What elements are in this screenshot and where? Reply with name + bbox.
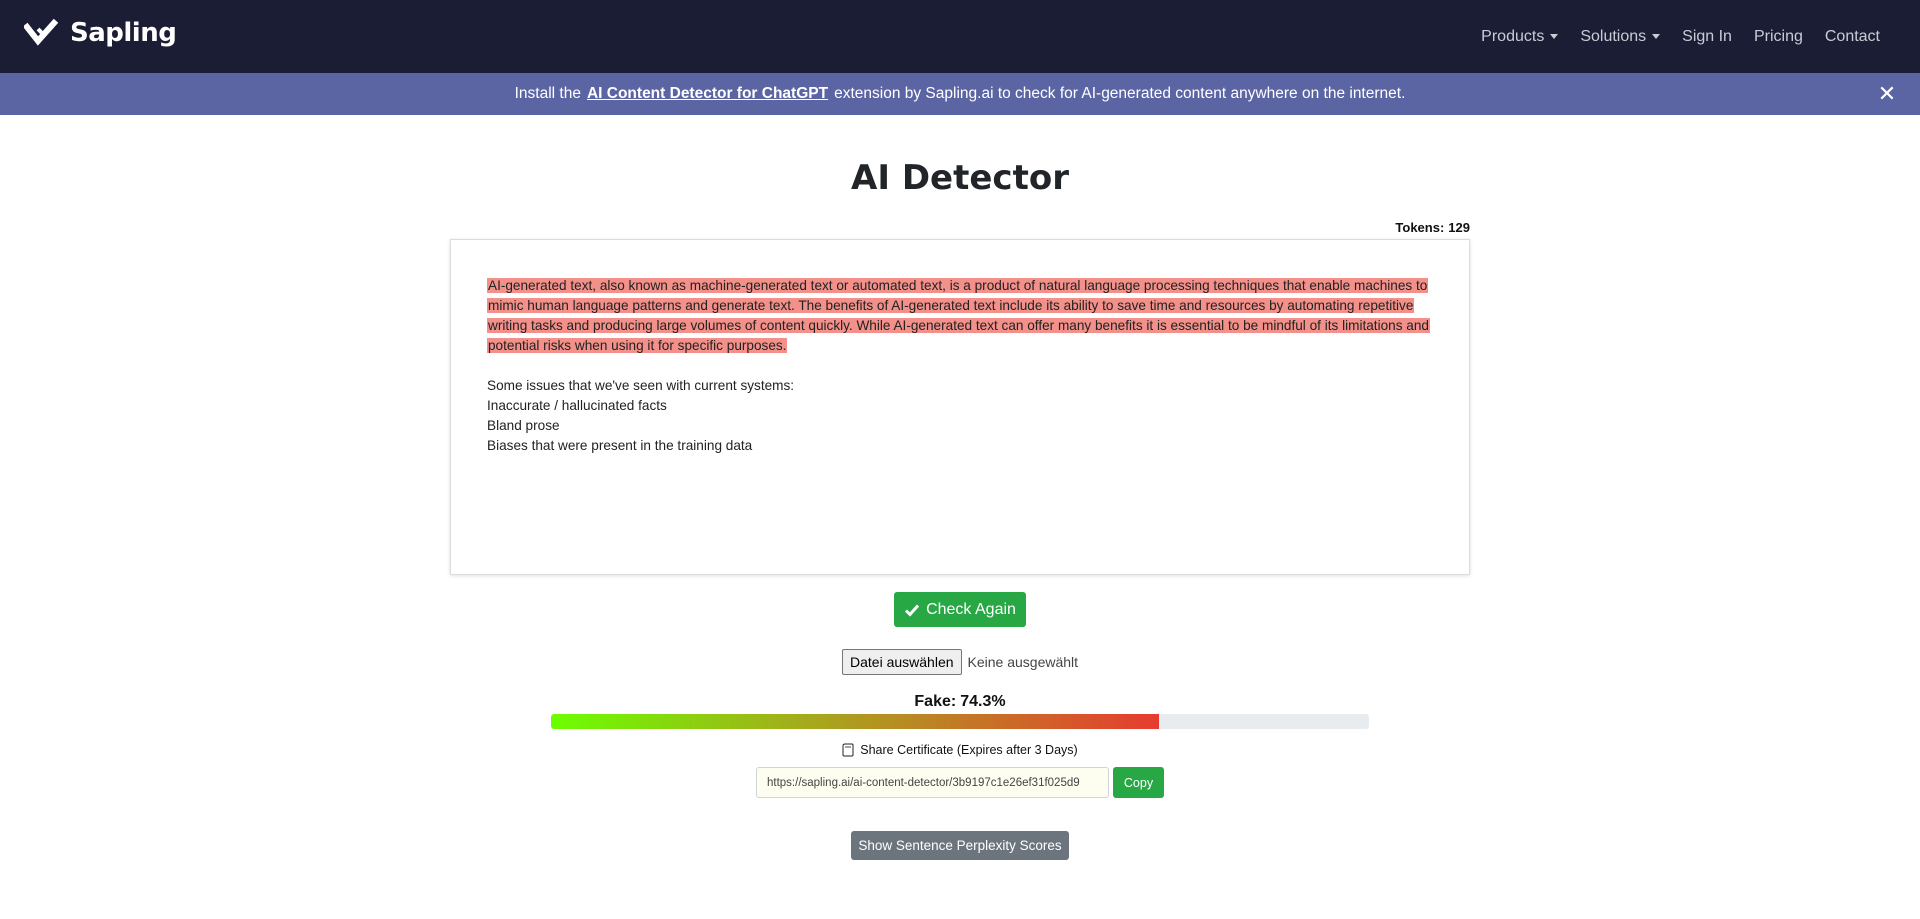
- fake-score-meter: [551, 714, 1369, 729]
- nav-products-label: Products: [1481, 27, 1545, 45]
- caret-down-icon: [1550, 34, 1559, 39]
- choose-file-button[interactable]: Datei auswählen: [842, 649, 962, 675]
- editor-line: Inaccurate / hallucinated facts: [487, 398, 667, 413]
- page-title: AI Detector: [851, 158, 1069, 198]
- extension-banner: Install the AI Content Detector for Chat…: [0, 73, 1920, 115]
- highlighted-paragraph: AI-generated text, also known as machine…: [487, 276, 1433, 356]
- copy-button[interactable]: Copy: [1113, 767, 1164, 798]
- share-certificate: Share Certificate (Expires after 3 Days): [0, 743, 1920, 757]
- share-certificate-label: Share Certificate (Expires after 3 Days): [860, 743, 1078, 757]
- text-editor[interactable]: AI-generated text, also known as machine…: [450, 239, 1470, 575]
- nav-solutions-label: Solutions: [1580, 27, 1647, 45]
- file-upload: Datei auswählen Keine ausgewählt: [842, 649, 1078, 675]
- fake-score-meter-fill: [551, 714, 1159, 729]
- certificate-icon: [842, 743, 854, 757]
- editor-line: Some issues that we've seen with current…: [487, 378, 795, 393]
- top-navbar: Sapling Products Solutions Sign In Prici…: [0, 0, 1920, 73]
- sapling-logo-icon: [24, 19, 59, 46]
- check-again-button[interactable]: Check Again: [894, 592, 1026, 627]
- nav-sign-in[interactable]: Sign In: [1682, 28, 1732, 46]
- banner-extension-link[interactable]: AI Content Detector for ChatGPT: [587, 85, 828, 103]
- token-count-value: 129: [1448, 220, 1470, 235]
- editor-line: Bland prose: [487, 418, 560, 433]
- check-again-label: Check Again: [926, 600, 1016, 618]
- fake-score-label: Fake:: [914, 693, 957, 710]
- ai-highlight: AI-generated text, also known as machine…: [487, 278, 1430, 353]
- check-icon: [905, 604, 920, 617]
- caret-down-icon: [1652, 34, 1661, 39]
- brand-logo[interactable]: Sapling: [24, 18, 177, 48]
- token-count: Tokens: 129: [1330, 220, 1470, 235]
- banner-prefix: Install the: [514, 85, 581, 102]
- close-icon[interactable]: ✕: [1876, 83, 1898, 105]
- show-perplexity-button[interactable]: Show Sentence Perplexity Scores: [851, 831, 1069, 860]
- banner-suffix: extension by Sapling.ai to check for AI-…: [834, 85, 1406, 102]
- nav-solutions[interactable]: Solutions: [1580, 27, 1661, 46]
- share-url-row: https://sapling.ai/ai-content-detector/3…: [756, 767, 1164, 798]
- editor-line: Biases that were present in the training…: [487, 438, 753, 453]
- nav-products[interactable]: Products: [1481, 27, 1559, 46]
- fake-score: Fake: 74.3%: [0, 693, 1920, 711]
- brand-name: Sapling: [70, 18, 177, 48]
- nav-pricing[interactable]: Pricing: [1754, 28, 1803, 46]
- file-status: Keine ausgewählt: [967, 654, 1079, 670]
- nav-links: Products Solutions Sign In Pricing Conta…: [1481, 0, 1880, 73]
- share-url-field[interactable]: https://sapling.ai/ai-content-detector/3…: [756, 767, 1109, 798]
- fake-score-value: 74.3%: [960, 693, 1006, 710]
- token-count-label: Tokens:: [1395, 220, 1445, 235]
- nav-contact[interactable]: Contact: [1825, 28, 1880, 46]
